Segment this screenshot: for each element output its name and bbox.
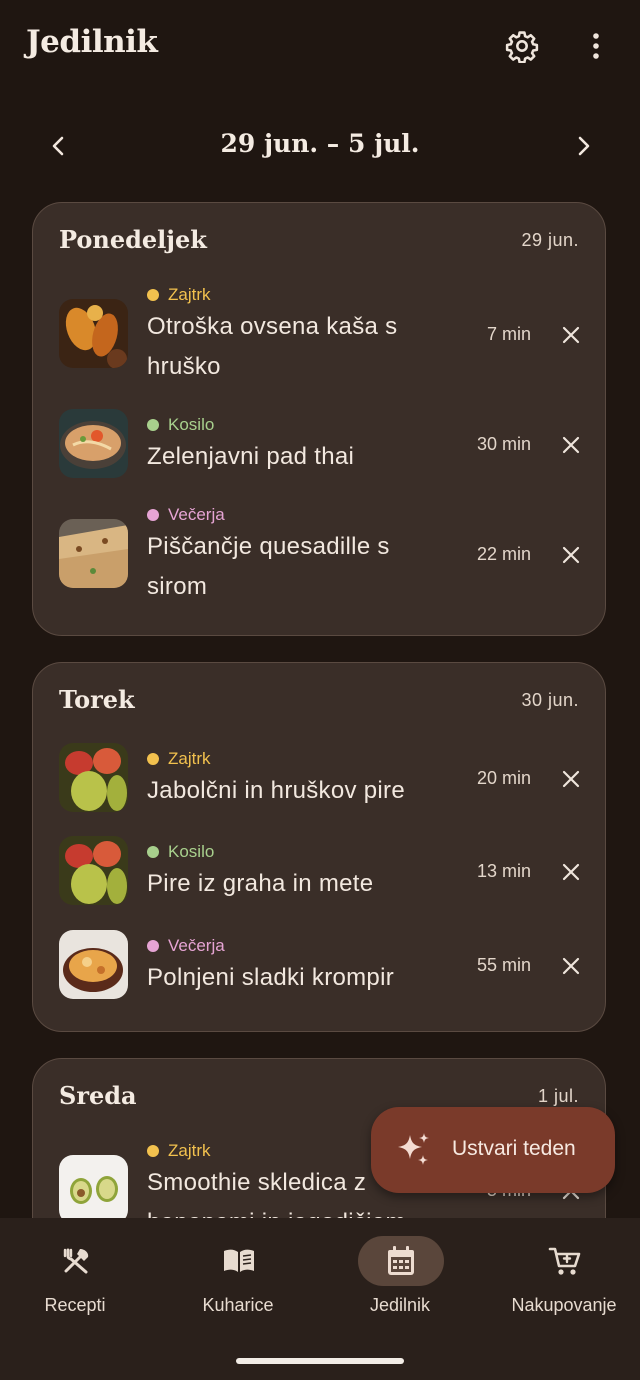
recipe-thumbnail [59,836,128,905]
cart-icon [548,1247,581,1275]
bottom-navigation: Recepti Kuharice Jedilnik Nakupovanje [0,1218,640,1380]
meal-type-dot [147,940,159,952]
day-card-monday: Ponedeljek 29 jun. Zajtrk Otroška ovsena… [32,202,606,636]
meal-title: Zelenjavni pad thai [147,443,355,470]
recipe-thumbnail [59,519,128,588]
nav-label: Nakupovanje [511,1295,617,1315]
meal-type-dot [147,753,159,765]
nav-item-recipes[interactable]: Recepti [0,1218,155,1338]
recipe-thumbnail [59,930,128,999]
nav-icon-container [196,1236,282,1286]
meal-item[interactable]: Kosilo Zelenjavni pad thai 30 min [59,403,580,483]
fab-label: Ustvari teden [452,1137,576,1160]
recipe-thumbnail [59,743,128,812]
more-vert-icon [593,33,599,59]
recipe-thumbnail [59,299,128,368]
meal-title: Piščančje quesadille s sirom [147,533,390,600]
nav-item-cookbooks[interactable]: Kuharice [158,1218,318,1338]
meal-type-label: Kosilo [168,415,215,434]
sparkle-icon [398,1133,429,1165]
meal-item[interactable]: Večerja Polnjeni sladki krompir 55 min [59,930,580,1010]
meal-type-dot [147,1145,159,1157]
meal-item[interactable]: Zajtrk Otroška ovsena kaša s hruško 7 mi… [59,283,580,383]
meal-duration: 22 min [476,544,531,564]
day-date: 30 jun. [521,690,579,710]
book-icon [224,1249,254,1272]
meal-type-label: Kosilo [168,842,215,861]
meal-title: Otroška ovsena kaša s hruško [147,313,398,380]
meal-type-dot [147,289,159,301]
remove-meal-button[interactable] [549,944,593,988]
gear-icon [505,31,539,63]
utensils-icon [63,1248,89,1274]
settings-button[interactable] [500,24,544,68]
calendar-icon [388,1246,414,1275]
meal-type-label: Zajtrk [168,1141,211,1160]
meal-duration: 20 min [476,768,531,788]
meal-duration: 13 min [476,861,531,881]
close-icon [562,770,580,788]
meal-title: Jabolčni in hruškov pire [147,777,405,804]
chevron-right-icon [578,136,590,156]
meal-type-label: Zajtrk [168,749,211,768]
close-icon [562,546,580,564]
meal-type-label: Večerja [168,936,225,955]
remove-meal-button[interactable] [549,313,593,357]
more-options-button[interactable] [578,24,614,68]
remove-meal-button[interactable] [549,850,593,894]
remove-meal-button[interactable] [549,757,593,801]
meal-title: Pire iz graha in mete [147,870,374,897]
meal-type-badge: Zajtrk [147,749,211,769]
meal-title: Polnjeni sladki krompir [147,964,394,991]
meal-item[interactable]: Večerja Piščančje quesadille s sirom 22 … [59,493,580,603]
meal-type-badge: Zajtrk [147,1141,211,1161]
meal-type-badge: Večerja [147,505,225,525]
week-range-label: 29 jun. – 5 jul. [220,129,420,158]
remove-meal-button[interactable] [549,533,593,577]
week-navigator: 29 jun. – 5 jul. [0,118,640,174]
nav-item-shopping[interactable]: Nakupovanje [484,1218,640,1338]
recipe-thumbnail [59,1155,128,1218]
meal-type-badge: Večerja [147,936,225,956]
create-week-fab[interactable]: Ustvari teden [371,1107,615,1193]
close-icon [562,436,580,454]
day-name: Torek [59,685,135,714]
meal-type-dot [147,419,159,431]
nav-label: Jedilnik [369,1295,431,1315]
nav-label: Recepti [44,1295,106,1315]
next-week-button[interactable] [562,124,606,168]
meal-type-badge: Kosilo [147,842,214,862]
app-bar: Jedilnik [0,0,640,90]
meal-type-badge: Zajtrk [147,285,211,305]
meal-type-badge: Kosilo [147,415,214,435]
close-icon [562,326,580,344]
close-icon [562,863,580,881]
meal-duration: 30 min [476,434,531,454]
day-name: Ponedeljek [59,225,207,254]
meal-type-label: Zajtrk [168,285,211,304]
meal-duration: 55 min [476,955,531,975]
home-indicator[interactable] [236,1358,404,1364]
nav-label: Kuharice [202,1295,274,1315]
page-title: Jedilnik [26,24,158,60]
meal-type-label: Večerja [168,505,225,524]
nav-icon-container-active [358,1236,444,1286]
nav-item-meal-plan[interactable]: Jedilnik [320,1218,480,1338]
nav-icon-container [33,1236,119,1286]
meal-plan-list[interactable]: Ponedeljek 29 jun. Zajtrk Otroška ovsena… [0,200,640,1218]
meal-type-dot [147,509,159,521]
meal-item[interactable]: Kosilo Pire iz graha in mete 13 min [59,836,580,916]
meal-duration: 7 min [486,324,531,344]
meal-type-dot [147,846,159,858]
day-date: 1 jul. [537,1086,579,1106]
close-icon [562,957,580,975]
day-card-tuesday: Torek 30 jun. Zajtrk Jabolčni in hruškov… [32,662,606,1032]
day-name: Sreda [59,1081,137,1110]
meal-item[interactable]: Zajtrk Jabolčni in hruškov pire 20 min [59,743,580,823]
day-date: 29 jun. [521,230,579,250]
nav-icon-container [522,1236,608,1286]
remove-meal-button[interactable] [549,423,593,467]
recipe-thumbnail [59,409,128,478]
